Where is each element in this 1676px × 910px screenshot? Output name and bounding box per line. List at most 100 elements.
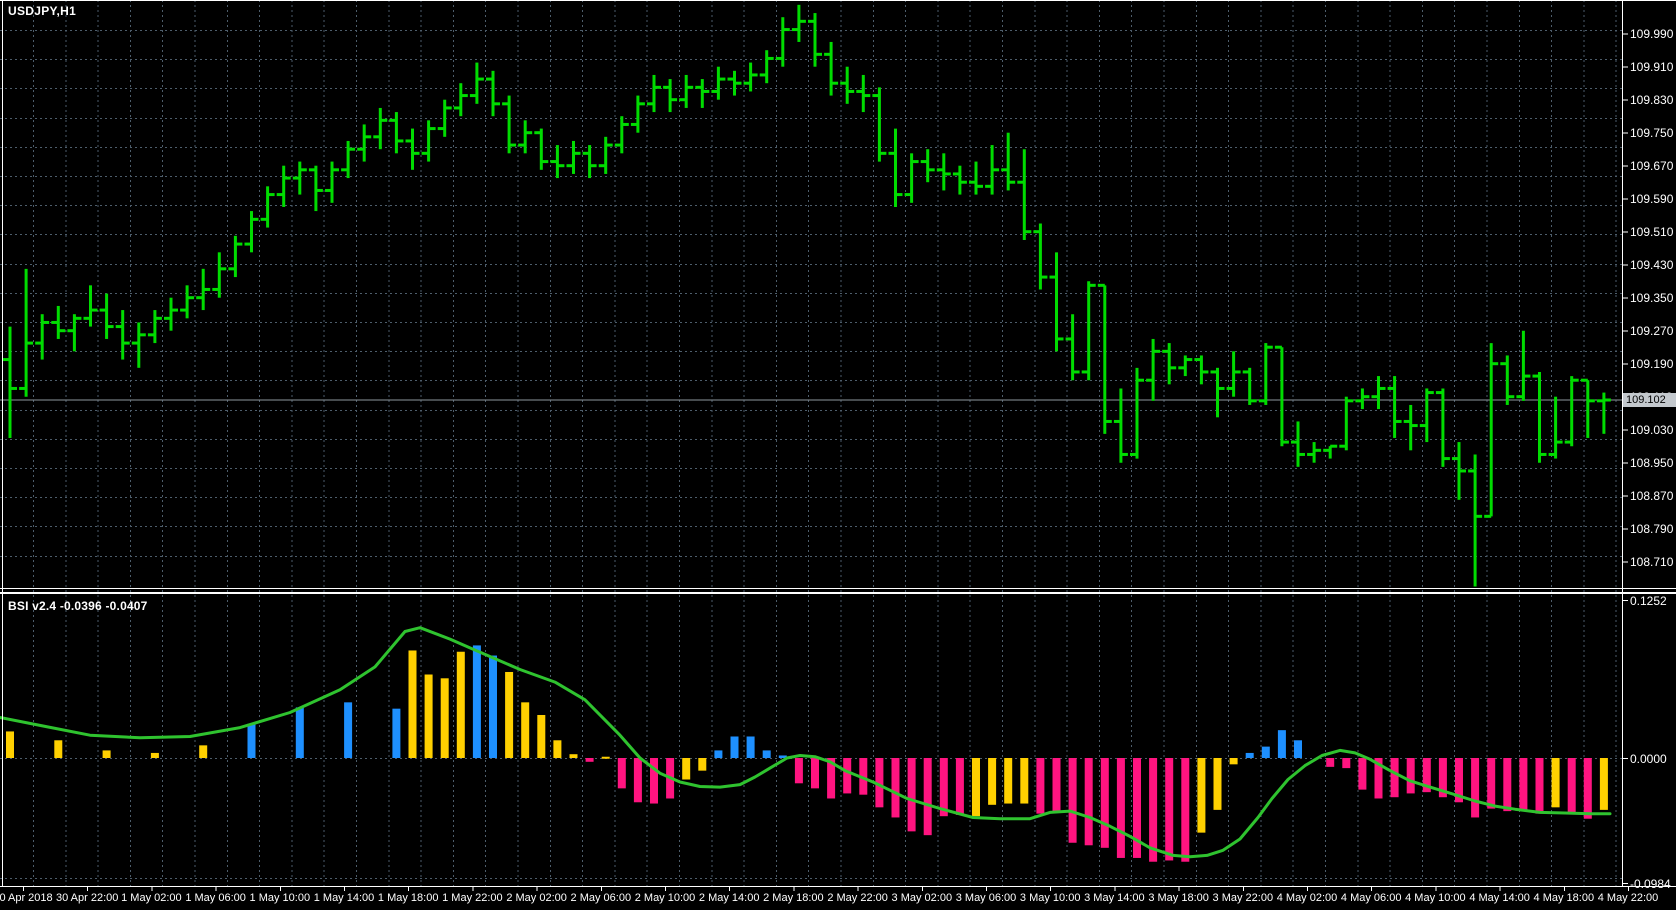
ohlc-bar	[1372, 376, 1386, 409]
time-axis-label: 2 May 02:00	[506, 892, 567, 904]
histogram-bar	[1069, 758, 1077, 843]
histogram-bar	[103, 750, 111, 758]
histogram-bar	[682, 758, 690, 780]
ohlc-bar	[1066, 314, 1080, 380]
histogram-bar	[553, 740, 561, 758]
ohlc-bar	[245, 211, 259, 252]
chart-graphics[interactable]	[0, 0, 1676, 910]
ohlc-bar	[985, 145, 999, 195]
histogram-bar	[296, 707, 304, 758]
price-axis-label: 109.510	[1630, 225, 1673, 239]
ohlc-bar	[116, 310, 130, 360]
ohlc-bar	[583, 145, 597, 178]
ohlc-bar	[502, 96, 516, 154]
histogram-bar	[441, 678, 449, 758]
indicator-label: BSI v2.4 -0.0396 -0.0407	[8, 599, 148, 613]
ohlc-bar	[760, 50, 774, 83]
ohlc-bar	[228, 236, 242, 277]
histogram-bar	[586, 758, 594, 762]
indicator-scale-label: 0.0000	[1630, 752, 1667, 766]
ohlc-bar	[1162, 343, 1176, 384]
ohlc-bar	[1597, 393, 1611, 434]
histogram-bar	[1487, 758, 1495, 809]
ohlc-bar	[599, 137, 613, 174]
histogram-bar	[1568, 758, 1576, 814]
histogram-bar	[1085, 758, 1093, 845]
ohlc-bar	[953, 166, 967, 195]
ohlc-bar	[1178, 355, 1192, 376]
ohlc-bar	[1243, 368, 1257, 405]
price-axis-label: 109.590	[1630, 192, 1673, 206]
time-axis-label: 1 May 22:00	[442, 892, 503, 904]
ohlc-bar	[1339, 397, 1353, 451]
ohlc-bar	[3, 327, 17, 438]
price-axis-label: 108.710	[1630, 555, 1673, 569]
histogram-bar	[795, 758, 803, 783]
histogram-bar	[698, 758, 706, 771]
ohlc-bar	[1500, 355, 1514, 405]
price-axis-label: 108.950	[1630, 456, 1673, 470]
indicator-scale-label: 0.1252	[1630, 594, 1667, 608]
histogram-bar	[924, 758, 932, 835]
histogram-bar	[988, 758, 996, 805]
ohlc-bar	[293, 162, 307, 195]
time-axis-label: 4 May 06:00	[1341, 892, 1402, 904]
ohlc-bar	[905, 153, 919, 203]
price-axis-label: 109.350	[1630, 291, 1673, 305]
time-axis-label: 4 May 10:00	[1405, 892, 1466, 904]
histogram-bar	[843, 758, 851, 793]
histogram-bar	[972, 758, 980, 816]
current-price-box: 109.102	[1623, 393, 1676, 407]
ohlc-bar	[148, 310, 162, 343]
ohlc-bar	[1050, 252, 1064, 351]
ohlc-bar	[711, 67, 725, 100]
ohlc-bar	[1211, 368, 1225, 418]
ohlc-bar	[872, 87, 886, 161]
ohlc-bar	[1484, 343, 1498, 516]
histogram-bar	[151, 753, 159, 758]
ohlc-bar	[550, 145, 564, 178]
ohlc-bar	[1082, 281, 1096, 380]
histogram-bar	[763, 750, 771, 758]
ohlc-bar	[373, 108, 387, 149]
histogram-bar	[714, 750, 722, 758]
histogram-bar	[199, 745, 207, 758]
ohlc-bar	[180, 285, 194, 318]
ohlc-bar	[889, 129, 903, 207]
ohlc-bar	[51, 306, 65, 339]
ohlc-bar	[647, 75, 661, 112]
ohlc-bar	[921, 149, 935, 182]
price-axis-label: 109.270	[1630, 324, 1673, 338]
ohlc-bar	[856, 75, 870, 112]
ohlc-bar	[663, 79, 677, 112]
time-axis-label: 2 May 10:00	[635, 892, 696, 904]
histogram-bar	[892, 758, 900, 817]
histogram-bar	[1230, 758, 1238, 764]
ohlc-bar	[1227, 351, 1241, 396]
ohlc-bar	[357, 124, 371, 161]
ohlc-bar	[1307, 442, 1321, 463]
ohlc-bar	[132, 322, 146, 367]
ohlc-bar	[534, 129, 548, 170]
time-axis-label: 3 May 06:00	[956, 892, 1017, 904]
ohlc-bar	[341, 141, 355, 178]
panel-splitter	[0, 592, 1676, 594]
ohlc-bar	[567, 141, 581, 174]
mt4-chart-window: USDJPY,H1 BSI v2.4 -0.0396 -0.0407 109.9…	[0, 0, 1676, 910]
histogram-bar	[1278, 730, 1286, 758]
price-axis-label: 109.030	[1630, 423, 1673, 437]
ohlc-bar	[406, 129, 420, 170]
ohlc-bar	[1146, 339, 1160, 401]
histogram-bar	[1519, 758, 1527, 810]
histogram-bar	[457, 652, 465, 758]
ohlc-bar	[1017, 149, 1031, 240]
time-axis-label: 30 Apr 22:00	[56, 892, 118, 904]
indicator-scale-label: -0.0984	[1630, 877, 1671, 891]
ohlc-bar	[1194, 355, 1208, 384]
histogram-bar	[54, 740, 62, 758]
ohlc-bar	[937, 153, 951, 190]
price-axis-label: 108.870	[1630, 489, 1673, 503]
histogram-bar	[505, 672, 513, 758]
ohlc-bar	[695, 79, 709, 108]
price-axis-label: 109.830	[1630, 93, 1673, 107]
